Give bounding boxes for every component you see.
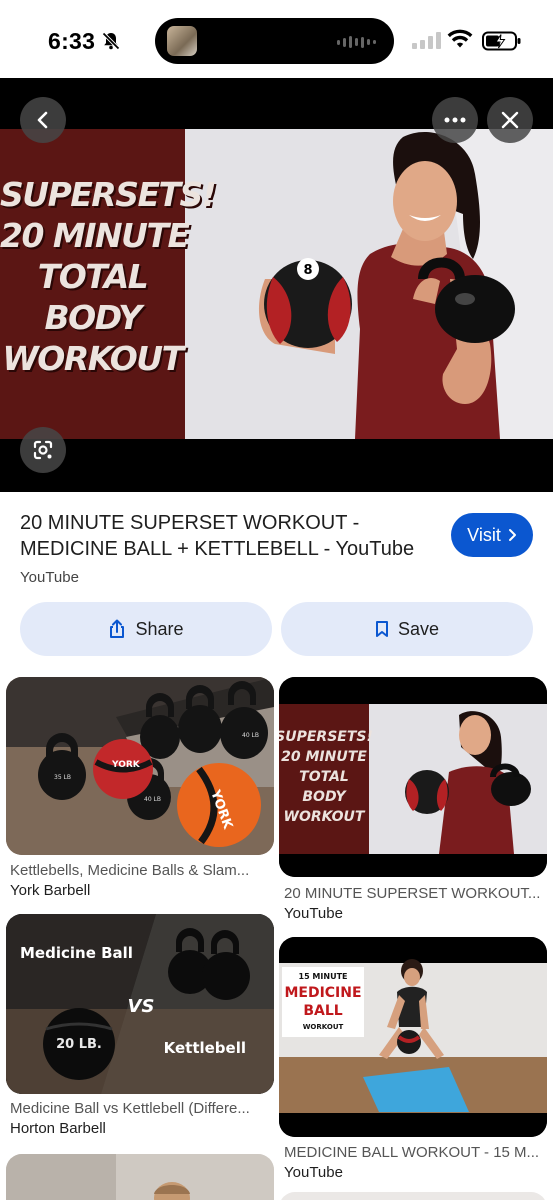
svg-text:15 MINUTE: 15 MINUTE: [299, 972, 348, 981]
now-playing-thumbnail: [167, 26, 197, 56]
status-time: 6:33: [48, 28, 96, 54]
silent-bell-icon: [102, 32, 120, 50]
save-button[interactable]: Save: [281, 602, 533, 656]
bookmark-icon: [375, 621, 388, 637]
svg-text:WORKOUT: WORKOUT: [303, 1023, 344, 1031]
wifi-icon: [447, 29, 473, 48]
visit-button[interactable]: Visit: [451, 513, 533, 557]
hero-title-panel: SUPERSETS! 20 MINUTE TOTAL BODY WORKOUT: [0, 129, 217, 439]
card-caption-4[interactable]: MEDICINE BALL WORKOUT - 15 M...: [284, 1144, 546, 1161]
card-caption-3[interactable]: Medicine Ball vs Kettlebell (Differe...: [10, 1100, 272, 1117]
medicine-vs-kettlebell-graphic: Medicine Ball VS Kettlebell 20 LB.: [6, 914, 274, 1094]
status-bar: 6:33: [0, 0, 553, 78]
svg-text:35 LB: 35 LB: [54, 774, 71, 781]
svg-text:BODY: BODY: [302, 789, 347, 805]
audio-waveform-icon: [337, 36, 376, 48]
svg-text:TOTAL: TOTAL: [299, 769, 349, 785]
card-caption-1[interactable]: Kettlebells, Medicine Balls & Slam...: [10, 862, 272, 879]
hero-thumbnail: SUPERSETS! 20 MINUTE TOTAL BODY WORKOUT: [0, 129, 553, 439]
svg-text:MEDICINE: MEDICINE: [284, 985, 361, 1001]
share-icon: [110, 619, 125, 638]
lens-icon: [33, 440, 53, 460]
related-image-2[interactable]: SUPERSETS! 20 MINUTE TOTAL BODY WORKOUT: [279, 677, 547, 877]
chevron-right-icon: [508, 529, 516, 541]
more-icon: [444, 117, 466, 123]
kettlebells-photo: YORK YORK 40 LB 35 LB 40 LB: [6, 677, 274, 855]
result-source: YouTube: [20, 569, 79, 586]
close-icon: [501, 111, 519, 129]
related-image-5[interactable]: [6, 1154, 274, 1200]
result-title[interactable]: 20 MINUTE SUPERSET WORKOUT - MEDICINE BA…: [20, 510, 430, 562]
lens-search-button[interactable]: [20, 427, 66, 473]
related-image-3[interactable]: Medicine Ball VS Kettlebell 20 LB.: [6, 914, 274, 1094]
hero-title: SUPERSETS! 20 MINUTE TOTAL BODY WORKOUT: [0, 175, 217, 378]
svg-text:SUPERSETS!: SUPERSETS!: [279, 729, 373, 745]
svg-text:20 LB.: 20 LB.: [56, 1037, 102, 1052]
cellular-signal-icon: [412, 32, 441, 49]
battery-charging-icon: [482, 31, 521, 51]
card-source-3: Horton Barbell: [10, 1120, 106, 1137]
svg-text:WORKOUT: WORKOUT: [284, 809, 366, 825]
back-icon: [37, 111, 48, 129]
trainer-illustration: 8: [259, 129, 553, 439]
svg-text:20 MINUTE: 20 MINUTE: [281, 749, 367, 765]
svg-text:BALL: BALL: [303, 1003, 342, 1019]
ball-number: 8: [303, 263, 312, 278]
card-source-2: YouTube: [284, 905, 343, 922]
svg-text:Medicine Ball: Medicine Ball: [20, 944, 133, 962]
svg-text:YORK: YORK: [111, 760, 141, 770]
partial-thumbnail: [6, 1154, 274, 1200]
share-label: Share: [135, 618, 184, 639]
medicine-ball-workout-thumbnail: 15 MINUTE MEDICINE BALL WORKOUT: [279, 937, 547, 1137]
related-image-1[interactable]: YORK YORK 40 LB 35 LB 40 LB: [6, 677, 274, 855]
related-image-4[interactable]: 15 MINUTE MEDICINE BALL WORKOUT: [279, 937, 547, 1137]
card-caption-2[interactable]: 20 MINUTE SUPERSET WORKOUT...: [284, 885, 546, 902]
svg-text:40 LB: 40 LB: [242, 732, 259, 739]
image-viewer-screen: 6:33 SUPERSETS! 20 MINUTE TOTAL BODY WOR…: [0, 0, 553, 1200]
visit-label: Visit: [467, 524, 501, 545]
card-source-1: York Barbell: [10, 882, 91, 899]
share-button[interactable]: Share: [20, 602, 272, 656]
related-image-6[interactable]: [279, 1192, 547, 1200]
superset-thumbnail: SUPERSETS! 20 MINUTE TOTAL BODY WORKOUT: [279, 677, 547, 877]
card-source-4: YouTube: [284, 1164, 343, 1181]
back-button[interactable]: [20, 97, 66, 143]
svg-text:40 LB: 40 LB: [144, 796, 161, 803]
save-label: Save: [397, 618, 440, 639]
dynamic-island[interactable]: [155, 18, 394, 64]
more-options-button[interactable]: [432, 97, 478, 143]
svg-text:VS: VS: [128, 996, 155, 1017]
svg-text:Kettlebell: Kettlebell: [164, 1039, 246, 1057]
close-button[interactable]: [487, 97, 533, 143]
hero-image-viewer[interactable]: SUPERSETS! 20 MINUTE TOTAL BODY WORKOUT: [0, 78, 553, 492]
